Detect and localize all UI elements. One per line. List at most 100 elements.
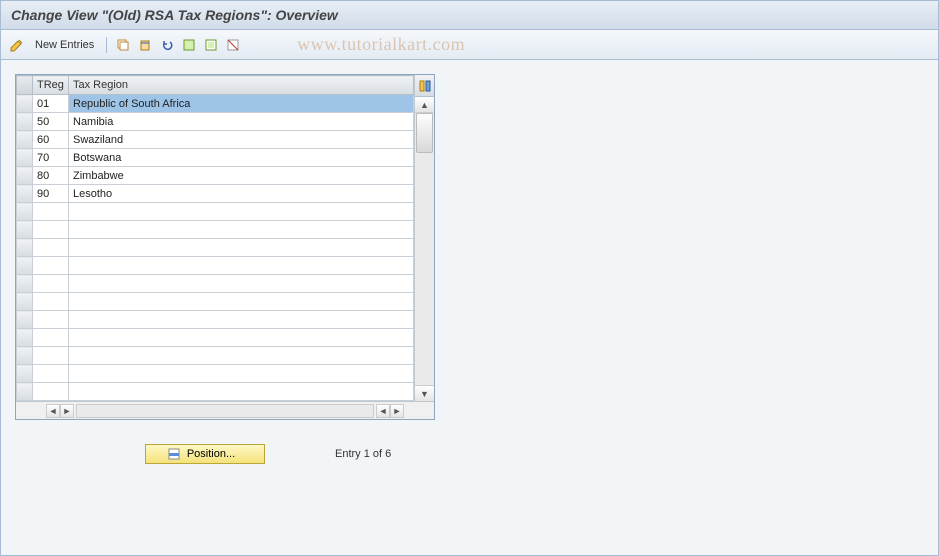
cell-treg[interactable] <box>33 221 69 239</box>
toolbar: New Entries www.tutorialkart.com <box>1 30 938 60</box>
row-selector[interactable] <box>17 293 33 311</box>
row-selector[interactable] <box>17 149 33 167</box>
table-row[interactable] <box>17 293 414 311</box>
cell-region[interactable] <box>69 311 414 329</box>
cell-treg[interactable] <box>33 203 69 221</box>
position-button-label: Position... <box>187 448 235 460</box>
cell-treg[interactable]: 70 <box>33 149 69 167</box>
cell-region[interactable] <box>69 239 414 257</box>
cell-treg[interactable] <box>33 293 69 311</box>
row-selector[interactable] <box>17 113 33 131</box>
tax-region-table[interactable]: TReg Tax Region 01Republic of South Afri… <box>16 75 414 401</box>
cell-region[interactable] <box>69 293 414 311</box>
table-row[interactable] <box>17 311 414 329</box>
scroll-left-icon[interactable]: ◄ <box>46 404 60 418</box>
copy-icon[interactable] <box>115 37 131 53</box>
select-block-icon[interactable] <box>203 37 219 53</box>
table-settings-icon[interactable] <box>415 75 434 97</box>
row-selector[interactable] <box>17 203 33 221</box>
cell-treg[interactable]: 50 <box>33 113 69 131</box>
row-selector[interactable] <box>17 95 33 113</box>
cell-region[interactable]: Zimbabwe <box>69 167 414 185</box>
row-selector[interactable] <box>17 311 33 329</box>
cell-treg[interactable] <box>33 239 69 257</box>
table-row[interactable]: 60Swaziland <box>17 131 414 149</box>
horizontal-scrollbar[interactable]: ◄ ► ◄ ► <box>16 401 434 419</box>
cell-treg[interactable] <box>33 329 69 347</box>
cell-region[interactable] <box>69 203 414 221</box>
cell-treg[interactable] <box>33 257 69 275</box>
table-row[interactable] <box>17 275 414 293</box>
vertical-scrollbar[interactable]: ▲ ▼ <box>414 75 434 401</box>
table-row[interactable]: 70Botswana <box>17 149 414 167</box>
scroll-right-step-icon[interactable]: ► <box>60 404 74 418</box>
cell-treg[interactable]: 01 <box>33 95 69 113</box>
scroll-right-icon[interactable]: ► <box>390 404 404 418</box>
cell-treg[interactable]: 80 <box>33 167 69 185</box>
undo-icon[interactable] <box>159 37 175 53</box>
row-selector[interactable] <box>17 185 33 203</box>
table-row[interactable]: 50Namibia <box>17 113 414 131</box>
cell-region[interactable] <box>69 347 414 365</box>
row-selector[interactable] <box>17 257 33 275</box>
col-header-region[interactable]: Tax Region <box>69 76 414 95</box>
row-selector[interactable] <box>17 383 33 401</box>
toolbar-separator <box>106 37 107 53</box>
cell-region[interactable] <box>69 329 414 347</box>
table-row[interactable] <box>17 221 414 239</box>
table-row[interactable] <box>17 257 414 275</box>
row-selector[interactable] <box>17 131 33 149</box>
new-entries-button[interactable]: New Entries <box>31 39 98 51</box>
row-selector[interactable] <box>17 275 33 293</box>
cell-region[interactable] <box>69 275 414 293</box>
row-selector[interactable] <box>17 221 33 239</box>
toggle-change-icon[interactable] <box>9 37 25 53</box>
cell-region[interactable]: Republic of South Africa <box>69 95 414 113</box>
entry-counter: Entry 1 of 6 <box>335 448 391 460</box>
cell-treg[interactable]: 90 <box>33 185 69 203</box>
scroll-thumb[interactable] <box>416 113 433 153</box>
cell-region[interactable] <box>69 257 414 275</box>
position-button[interactable]: Position... <box>145 444 265 464</box>
cell-region[interactable]: Botswana <box>69 149 414 167</box>
table-row[interactable]: 90Lesotho <box>17 185 414 203</box>
cell-treg[interactable] <box>33 311 69 329</box>
table-row[interactable] <box>17 239 414 257</box>
row-selector-header[interactable] <box>17 76 33 95</box>
cell-treg[interactable] <box>33 365 69 383</box>
table-row[interactable] <box>17 329 414 347</box>
row-selector[interactable] <box>17 329 33 347</box>
table-row[interactable]: 80Zimbabwe <box>17 167 414 185</box>
table-row[interactable]: 01Republic of South Africa <box>17 95 414 113</box>
cell-treg[interactable] <box>33 275 69 293</box>
table-row[interactable] <box>17 383 414 401</box>
page-title: Change View "(Old) RSA Tax Regions": Ove… <box>11 7 338 23</box>
table-row[interactable] <box>17 347 414 365</box>
select-all-icon[interactable] <box>181 37 197 53</box>
cell-treg[interactable]: 60 <box>33 131 69 149</box>
row-selector[interactable] <box>17 365 33 383</box>
row-selector[interactable] <box>17 167 33 185</box>
table-row[interactable] <box>17 365 414 383</box>
content-area: TReg Tax Region 01Republic of South Afri… <box>1 60 938 554</box>
footer-row: Position... Entry 1 of 6 <box>15 444 924 464</box>
hscroll-track[interactable] <box>76 404 374 418</box>
cell-region[interactable]: Namibia <box>69 113 414 131</box>
deselect-all-icon[interactable] <box>225 37 241 53</box>
scroll-down-icon[interactable]: ▼ <box>415 385 434 401</box>
delete-icon[interactable] <box>137 37 153 53</box>
table-row[interactable] <box>17 203 414 221</box>
row-selector[interactable] <box>17 239 33 257</box>
cell-treg[interactable] <box>33 383 69 401</box>
scroll-left-step-icon[interactable]: ◄ <box>376 404 390 418</box>
cell-region[interactable] <box>69 221 414 239</box>
col-header-treg[interactable]: TReg <box>33 76 69 95</box>
scroll-up-icon[interactable]: ▲ <box>415 97 434 113</box>
cell-region[interactable] <box>69 383 414 401</box>
cell-treg[interactable] <box>33 347 69 365</box>
cell-region[interactable]: Swaziland <box>69 131 414 149</box>
cell-region[interactable] <box>69 365 414 383</box>
row-selector[interactable] <box>17 347 33 365</box>
scroll-track[interactable] <box>415 113 434 385</box>
cell-region[interactable]: Lesotho <box>69 185 414 203</box>
